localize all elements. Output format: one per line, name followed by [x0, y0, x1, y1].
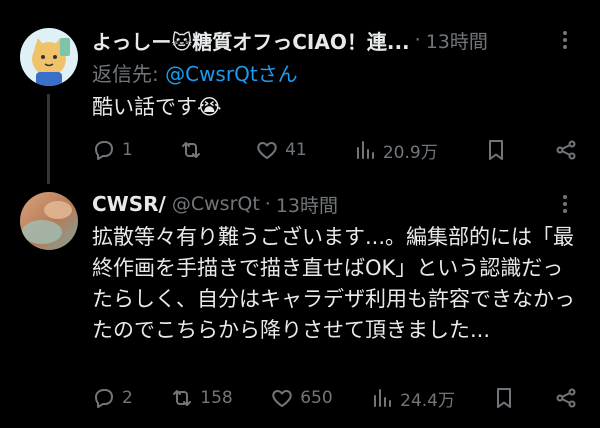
like-count: 41: [285, 140, 307, 160]
tweet-text: 酷い話です😭: [92, 95, 222, 119]
reply-to-label: 返信先:: [92, 62, 166, 86]
bookmark-icon: [497, 388, 512, 408]
reply-button[interactable]: 2: [92, 386, 133, 410]
timestamp[interactable]: 13時間: [276, 191, 338, 218]
views-count: 24.4万: [400, 390, 455, 411]
tweet-2[interactable]: CWSR/ @CwsrQt · 13時間 拡散等々有り難うございます...。編集…: [0, 186, 600, 428]
more-icon[interactable]: [552, 28, 578, 52]
action-bar: 1 41 20.9万: [92, 135, 578, 165]
share-icon: [556, 388, 576, 408]
reply-count: 1: [122, 140, 133, 160]
reply-icon: [95, 141, 113, 160]
like-button[interactable]: 650: [270, 386, 333, 410]
share-icon: [556, 140, 576, 160]
views-icon: [356, 141, 374, 159]
tweet-1[interactable]: よっしー🐱糖質オフっCIAO！連... · 13時間 返信先: @CwsrQtさ…: [0, 0, 600, 186]
retweet-button[interactable]: [179, 138, 209, 162]
views-button[interactable]: 20.9万: [353, 138, 438, 163]
views-count: 20.9万: [382, 142, 438, 163]
like-button[interactable]: 41: [255, 138, 307, 162]
display-name[interactable]: よっしー🐱糖質オフっCIAO！連...: [92, 26, 410, 55]
avatar-cwsr[interactable]: [20, 192, 78, 250]
timestamp[interactable]: 13時間: [426, 27, 488, 54]
retweet-button[interactable]: 158: [170, 386, 233, 410]
reply-to: 返信先: @CwsrQtさん: [92, 58, 580, 86]
like-icon: [272, 390, 292, 407]
thread-line: [47, 94, 50, 184]
separator-dot: ·: [414, 29, 421, 51]
separator-dot: ·: [264, 193, 271, 215]
share-button[interactable]: [554, 138, 578, 162]
action-bar: 2 158 650 24.4万: [92, 383, 578, 413]
bookmark-button[interactable]: [484, 138, 508, 162]
views-button[interactable]: 24.4万: [370, 386, 455, 411]
reply-mention-link[interactable]: @CwsrQtさん: [165, 62, 298, 86]
views-icon: [374, 389, 392, 407]
avatar-yossy[interactable]: [20, 28, 78, 86]
like-icon: [257, 142, 277, 159]
reply-button[interactable]: 1: [92, 138, 133, 162]
display-name[interactable]: CWSR/: [92, 192, 166, 216]
user-handle[interactable]: @CwsrQt: [172, 193, 260, 215]
bookmark-icon: [488, 140, 503, 160]
retweet-icon: [181, 142, 200, 158]
reply-count: 2: [122, 388, 133, 408]
reply-icon: [95, 389, 113, 408]
tweet-text: 拡散等々有り難うございます...。編集部的には「最終作画を手描きで描き直せばOK…: [92, 225, 575, 342]
retweet-icon: [173, 390, 192, 406]
more-icon[interactable]: [552, 192, 578, 216]
like-count: 650: [300, 388, 333, 408]
share-button[interactable]: [554, 386, 578, 410]
bookmark-button[interactable]: [492, 386, 516, 410]
retweet-count: 158: [200, 388, 233, 408]
